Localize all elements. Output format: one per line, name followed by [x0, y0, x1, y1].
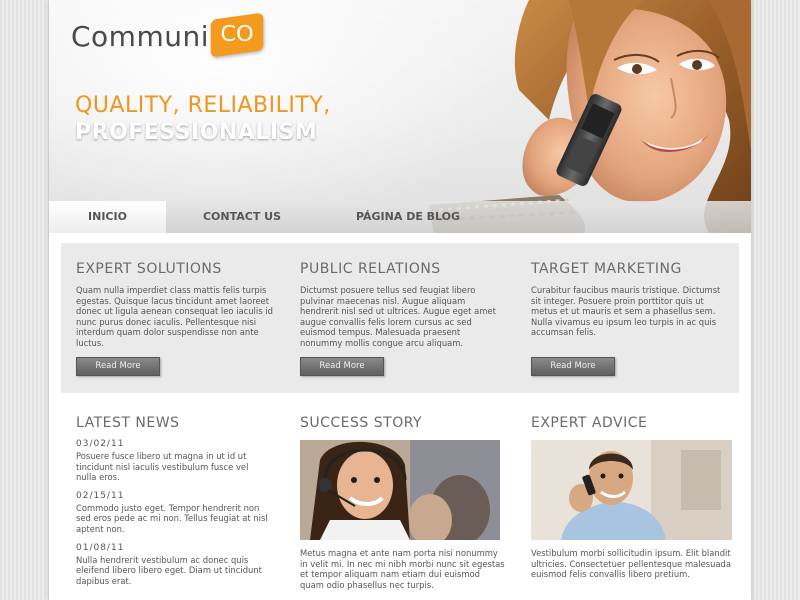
- news-text: Commodo justo eget. Tempor hendrerit non…: [76, 502, 268, 534]
- main-navigation: INICIO CONTACT US PÁGINA DE BLOG: [49, 201, 751, 233]
- page-container: Communi CO QUALITY, RELIABILITY, PROFESS…: [49, 0, 751, 600]
- site-header: Communi CO QUALITY, RELIABILITY, PROFESS…: [49, 0, 751, 233]
- expert-advice-section: EXPERT ADVICE: [531, 415, 647, 431]
- success-story-photo: [300, 440, 500, 540]
- news-date: 02/15/11: [76, 490, 125, 501]
- tagline-line2: PROFESSIONALISM: [75, 120, 318, 145]
- feature-title: TARGET MARKETING: [531, 261, 682, 277]
- nav-item-inicio[interactable]: INICIO: [49, 201, 166, 233]
- hero-photo-woman-on-phone: [429, 0, 751, 233]
- feature-title: EXPERT SOLUTIONS: [76, 261, 222, 277]
- expert-advice-title: EXPERT ADVICE: [531, 415, 648, 431]
- feature-target-marketing: TARGET MARKETING Curabitur faucibus maur…: [531, 261, 731, 338]
- feature-public-relations: PUBLIC RELATIONS Dictumst posuere tellus…: [300, 261, 500, 349]
- logo-text: Communi: [71, 20, 210, 53]
- success-story-section: SUCCESS STORY: [300, 415, 422, 431]
- latest-news-title: LATEST NEWS: [76, 415, 180, 431]
- feature-text: Dictumst posuere tellus sed feugiat libe…: [300, 285, 496, 348]
- news-text: Posuere fusce libero ut magna in ut id u…: [76, 451, 249, 483]
- success-story-text: Metus magna et ante nam porta nisi nonum…: [300, 548, 505, 590]
- news-item[interactable]: 03/02/11 Posuere fusce libero ut magna i…: [76, 439, 271, 483]
- logo-badge-text: CO: [220, 22, 254, 47]
- news-item[interactable]: 01/08/11 Nulla hendrerit vestibulum ac d…: [76, 543, 271, 587]
- expert-advice-text: Vestibulum morbi sollicitudin ipsum. Eli…: [531, 548, 731, 580]
- feature-title: PUBLIC RELATIONS: [300, 261, 441, 277]
- latest-news-section: LATEST NEWS 03/02/11 Posuere fusce liber…: [76, 415, 271, 586]
- features-panel: EXPERT SOLUTIONS Quam nulla imperdiet cl…: [61, 243, 739, 393]
- news-date: 01/08/11: [76, 542, 125, 553]
- expert-advice-photo: [531, 440, 732, 540]
- feature-text: Quam nulla imperdiet class mattis felis …: [76, 285, 273, 348]
- read-more-button[interactable]: Read More: [300, 357, 384, 376]
- success-story-title: SUCCESS STORY: [300, 415, 423, 431]
- nav-item-blog[interactable]: PÁGINA DE BLOG: [333, 201, 483, 233]
- news-text: Nulla hendrerit vestibulum ac donec quis…: [76, 554, 262, 586]
- feature-expert-solutions: EXPERT SOLUTIONS Quam nulla imperdiet cl…: [76, 261, 276, 349]
- read-more-button[interactable]: Read More: [531, 357, 615, 376]
- feature-text: Curabitur faucibus mauris tristique. Dic…: [531, 285, 721, 338]
- tagline-line1: QUALITY, RELIABILITY,: [75, 93, 331, 118]
- news-item[interactable]: 02/15/11 Commodo justo eget. Tempor hend…: [76, 491, 271, 535]
- read-more-button[interactable]: Read More: [76, 357, 160, 376]
- logo-badge: CO: [210, 12, 264, 58]
- news-date: 03/02/11: [76, 439, 125, 449]
- nav-item-contact-us[interactable]: CONTACT US: [179, 201, 305, 233]
